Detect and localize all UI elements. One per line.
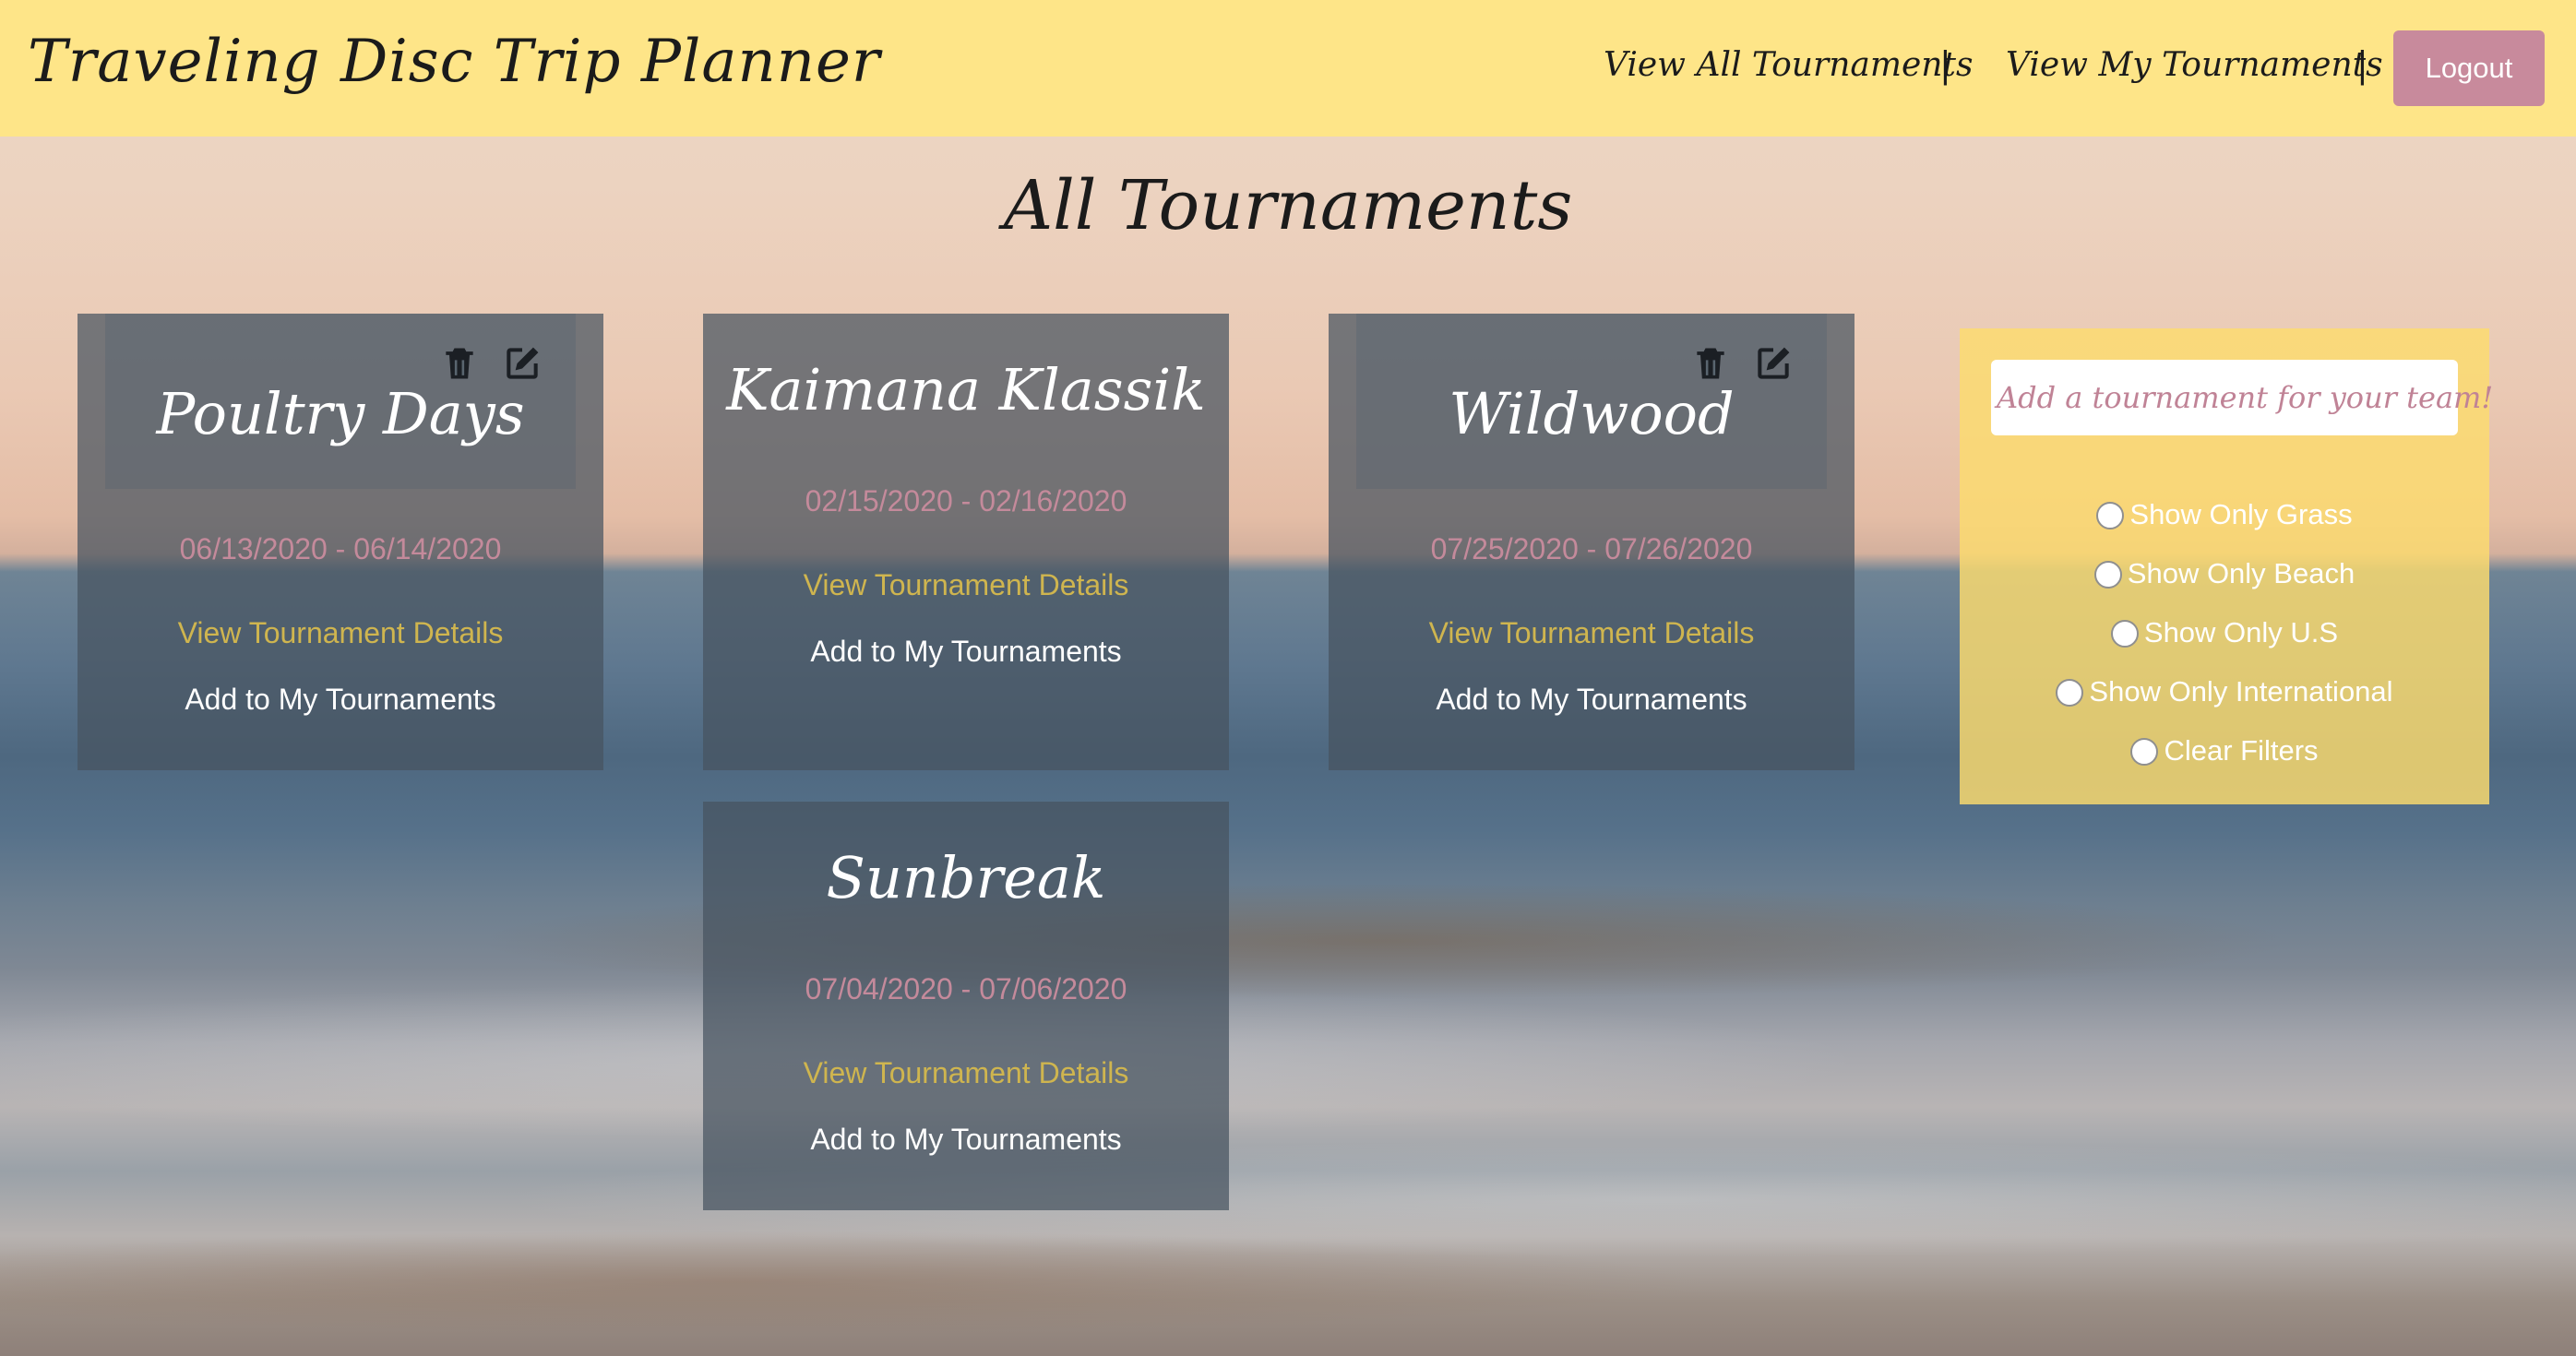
tournament-dates: 06/13/2020 - 06/14/2020 — [179, 532, 502, 565]
add-to-my-tournaments-link[interactable]: Add to My Tournaments — [703, 635, 1229, 669]
add-to-my-tournaments-link[interactable]: Add to My Tournaments — [78, 683, 603, 717]
view-details-link[interactable]: View Tournament Details — [1329, 616, 1854, 650]
edit-icon[interactable] — [1753, 343, 1794, 384]
page-title: All Tournaments — [1003, 166, 1573, 245]
tournament-card: Wildwood 07/25/2020 - 07/26/2020 View To… — [1329, 314, 1854, 770]
filter-label: Show Only Grass — [2129, 498, 2353, 530]
edit-icon[interactable] — [502, 343, 543, 384]
filter-label: Clear Filters — [2164, 734, 2319, 767]
radio-button[interactable] — [2056, 679, 2084, 707]
view-details-link[interactable]: View Tournament Details — [78, 616, 603, 650]
filter-label: Show Only International — [2089, 675, 2393, 708]
tournament-card: Poultry Days 06/13/2020 - 06/14/2020 Vie… — [78, 314, 603, 770]
tournament-card: Kaimana Klassik 02/15/2020 - 02/16/2020 … — [703, 314, 1229, 770]
nav-separator: | — [1939, 44, 1951, 85]
radio-button[interactable] — [2110, 620, 2139, 648]
nav-separator: | — [2356, 44, 2368, 85]
filter-label: Show Only U.S — [2143, 616, 2339, 648]
filter-international[interactable]: Show Only International — [1960, 675, 2489, 708]
tournament-card: Sunbreak 07/04/2020 - 07/06/2020 View To… — [703, 802, 1229, 1210]
filter-us[interactable]: Show Only U.S — [1960, 616, 2489, 649]
top-navbar: Traveling Disc Trip Planner View All Tou… — [0, 0, 2576, 137]
tournament-name: Kaimana Klassik — [726, 356, 1206, 423]
view-details-link[interactable]: View Tournament Details — [703, 1056, 1229, 1090]
tournament-dates: 02/15/2020 - 02/16/2020 — [805, 484, 1127, 517]
logout-button[interactable]: Logout — [2393, 30, 2545, 106]
trash-icon[interactable] — [1690, 343, 1731, 384]
filter-grass[interactable]: Show Only Grass — [1960, 498, 2489, 531]
tournament-name: Poultry Days — [156, 380, 525, 447]
tournament-name: Sunbreak — [826, 844, 1106, 911]
add-to-my-tournaments-link[interactable]: Add to My Tournaments — [703, 1123, 1229, 1157]
filter-panel: Add a tournament for your team! Show Onl… — [1960, 328, 2493, 804]
nav-view-my-tournaments[interactable]: View My Tournaments — [2006, 46, 2383, 84]
app-title[interactable]: Traveling Disc Trip Planner — [28, 28, 880, 96]
trash-icon[interactable] — [439, 343, 480, 384]
radio-button[interactable] — [2096, 502, 2125, 529]
filter-label: Show Only Beach — [2127, 557, 2355, 589]
nav-view-all-tournaments[interactable]: View All Tournaments — [1604, 46, 1973, 84]
radio-button[interactable] — [2093, 561, 2122, 589]
tournament-name: Wildwood — [1449, 380, 1735, 447]
add-tournament-button[interactable]: Add a tournament for your team! — [1991, 360, 2493, 435]
tournament-dates: 07/04/2020 - 07/06/2020 — [805, 972, 1127, 1005]
filter-clear[interactable]: Clear Filters — [1960, 734, 2489, 767]
tournament-dates: 07/25/2020 - 07/26/2020 — [1430, 532, 1753, 565]
add-to-my-tournaments-link[interactable]: Add to My Tournaments — [1329, 683, 1854, 717]
radio-button[interactable] — [2130, 738, 2159, 766]
filter-beach[interactable]: Show Only Beach — [1960, 557, 2489, 590]
view-details-link[interactable]: View Tournament Details — [703, 568, 1229, 602]
